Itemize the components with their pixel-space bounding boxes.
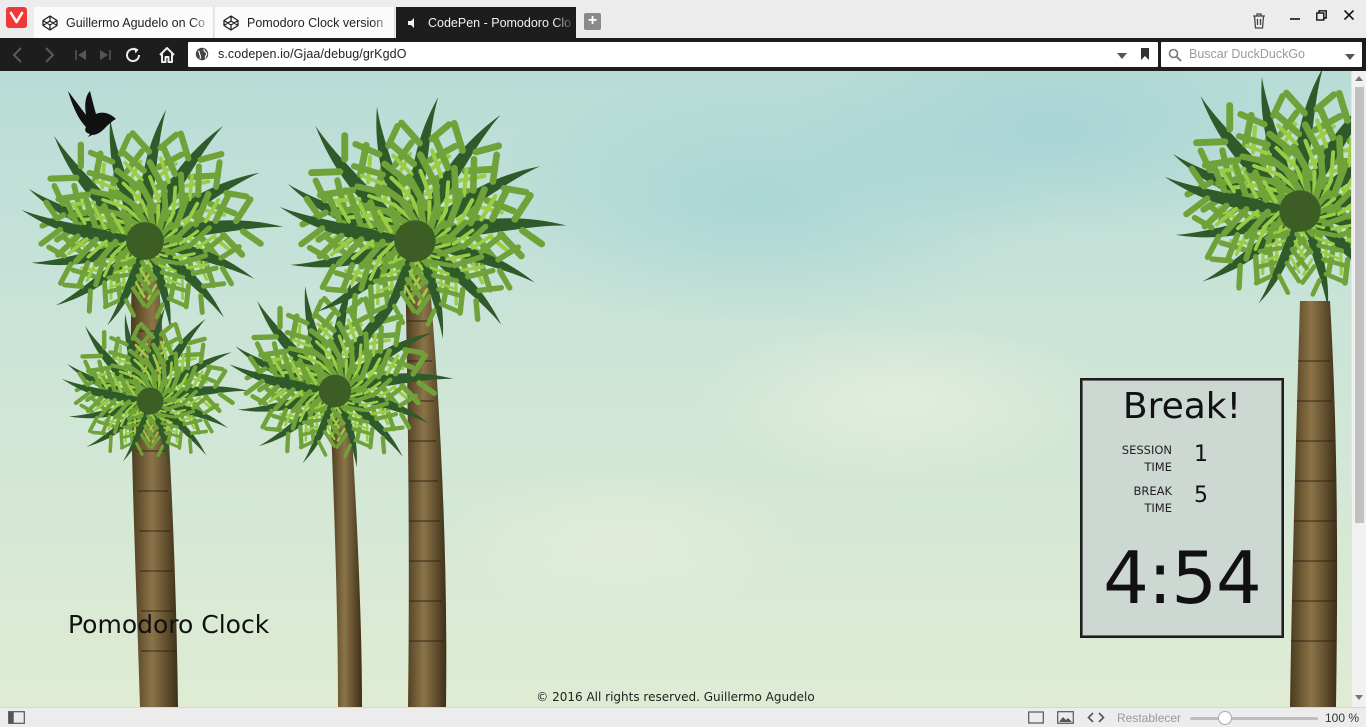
session-label-line2: TIME — [1144, 460, 1172, 474]
zoom-slider-handle[interactable] — [1218, 711, 1232, 725]
scroll-down-arrow[interactable] — [1355, 695, 1363, 700]
page-viewport: Pomodoro Clock Break! SESSION TIME 1 BRE… — [0, 71, 1351, 707]
break-time-value[interactable]: 5 — [1194, 483, 1208, 508]
codepen-icon — [223, 14, 239, 31]
rewind-button[interactable] — [69, 43, 93, 67]
new-tab-button[interactable]: + — [584, 13, 601, 30]
tab-codepen-pomodoro[interactable]: CodePen - Pomodoro Clo — [396, 7, 576, 38]
url-text: s.codepen.io/Gjaa/debug/grKgdO — [218, 47, 407, 61]
chevron-down-icon[interactable] — [1117, 48, 1127, 66]
search-icon — [1168, 48, 1182, 67]
page-actions-icon[interactable] — [1087, 711, 1105, 727]
session-time-label: SESSION TIME — [1082, 442, 1172, 476]
zoom-level[interactable]: 100 % — [1325, 711, 1359, 725]
tab-label: CodePen - Pomodoro Clo — [428, 15, 572, 30]
globe-icon — [195, 47, 209, 66]
forward-button[interactable] — [38, 43, 62, 67]
zoom-slider-track[interactable] — [1190, 717, 1318, 720]
tab-label: Guillermo Agudelo on Co — [66, 15, 205, 30]
search-placeholder: Buscar DuckDuckGo — [1189, 47, 1306, 61]
page-tiling-icon[interactable] — [1028, 711, 1044, 727]
chevron-down-icon[interactable] — [1345, 49, 1355, 67]
search-input[interactable]: Buscar DuckDuckGo — [1161, 42, 1362, 67]
timer-status: Break! — [1122, 386, 1242, 427]
image-toggle-icon[interactable] — [1057, 711, 1074, 727]
panel-toggle-icon[interactable] — [8, 711, 25, 727]
scroll-up-arrow[interactable] — [1355, 76, 1363, 81]
speaker-icon[interactable] — [404, 15, 420, 31]
address-field[interactable]: s.codepen.io/Gjaa/debug/grKgdO — [188, 42, 1158, 67]
tab-label: Pomodoro Clock version — [247, 15, 384, 30]
tab-bar: Guillermo Agudelo on Co Pomodoro Clock v… — [0, 0, 1366, 38]
pomodoro-timer-panel: Break! SESSION TIME 1 BREAK TIME 5 4:54 — [1080, 378, 1284, 638]
session-label-line1: SESSION — [1121, 443, 1172, 457]
fast-forward-button[interactable] — [93, 43, 117, 67]
scroll-thumb[interactable] — [1355, 87, 1364, 523]
bird-logo-icon — [68, 91, 116, 137]
restore-button[interactable] — [1308, 4, 1334, 26]
back-button[interactable] — [5, 43, 29, 67]
tab-pomodoro-version[interactable]: Pomodoro Clock version — [215, 7, 395, 38]
trash-icon[interactable] — [1246, 10, 1272, 32]
countdown-display[interactable]: 4:54 — [1082, 536, 1282, 620]
page-title: Pomodoro Clock — [68, 610, 270, 639]
bookmark-icon[interactable] — [1140, 47, 1150, 66]
minimize-button[interactable] — [1282, 4, 1308, 26]
home-button[interactable] — [155, 43, 179, 67]
session-time-value[interactable]: 1 — [1194, 442, 1208, 467]
tab-guillermo-agudelo[interactable]: Guillermo Agudelo on Co — [34, 7, 214, 38]
status-bar: Restablecer 100 % — [0, 707, 1366, 727]
break-label-line1: BREAK — [1133, 484, 1172, 498]
vertical-scrollbar[interactable] — [1351, 71, 1366, 707]
break-time-label: BREAK TIME — [1082, 483, 1172, 517]
codepen-icon — [42, 14, 58, 31]
zoom-reset-button[interactable]: Restablecer — [1117, 711, 1181, 725]
close-window-button[interactable] — [1336, 4, 1362, 26]
reload-button[interactable] — [121, 43, 145, 67]
footer-copyright: © 2016 All rights reserved. Guillermo Ag… — [536, 690, 815, 704]
vivaldi-menu-icon[interactable] — [6, 7, 27, 28]
break-label-line2: TIME — [1144, 501, 1172, 515]
